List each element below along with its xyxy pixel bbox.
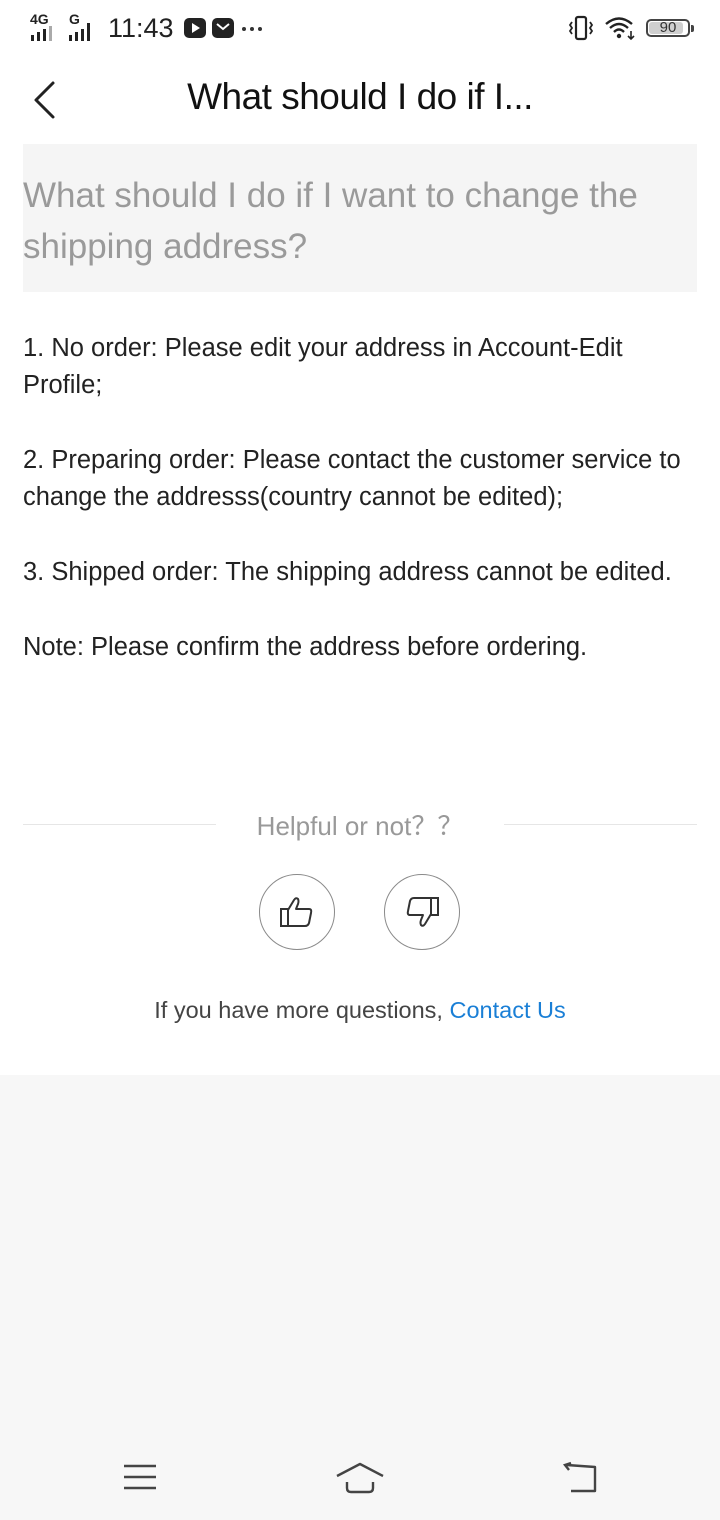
answer-paragraph: 1. No order: Please edit your address in… (23, 334, 623, 399)
status-left: 4G G 11:43 (30, 10, 264, 46)
page-title: What should I do if I... (187, 76, 533, 117)
youtube-icon (183, 17, 206, 39)
battery-indicator: 90 (646, 19, 694, 37)
signal-4g-icon: 4G (30, 11, 56, 43)
status-time: 11:43 (108, 12, 174, 43)
answer-paragraph: 2. Preparing order: Please contact the c… (23, 446, 681, 511)
home-button[interactable] (330, 1452, 390, 1502)
thumbs-up-button[interactable] (259, 874, 335, 950)
recent-apps-button[interactable] (110, 1452, 170, 1502)
question-text: What should I do if I want to change the… (23, 176, 638, 266)
page: 4G G 11:43 90 What should I do if I... W… (0, 0, 720, 1520)
contact-us-link[interactable]: Contact Us (449, 997, 565, 1023)
contact-row: If you have more questions, Contact Us (0, 997, 720, 1024)
header: What should I do if I... (0, 56, 720, 144)
wifi-icon (604, 14, 636, 42)
thumbs-up-icon (280, 897, 313, 927)
thumbs-down-button[interactable] (384, 874, 460, 950)
menu-icon (124, 1464, 156, 1490)
answer-paragraph: Note: Please confirm the address before … (23, 633, 588, 661)
more-notifications-icon (240, 17, 264, 39)
answer-body: 1. No order: Please edit your address in… (23, 330, 703, 704)
status-right: 90 (568, 12, 694, 44)
home-icon (336, 1462, 384, 1494)
thumbs-down-icon (406, 897, 439, 927)
battery-level: 90 (659, 19, 677, 36)
contact-text: If you have more questions, (154, 997, 450, 1023)
chevron-left-icon (34, 81, 55, 119)
back-nav-button[interactable] (550, 1452, 610, 1502)
helpful-prompt: Helpful or not？？ (256, 811, 464, 841)
helpful-row: Helpful or not？？ (23, 804, 697, 844)
back-nav-icon (562, 1461, 597, 1493)
mail-icon (211, 17, 234, 39)
signal-g-icon: G (68, 11, 98, 43)
answer-paragraph: 3. Shipped order: The shipping address c… (23, 558, 672, 586)
battery-tip (691, 25, 694, 32)
vibrate-icon (568, 14, 594, 42)
status-bar: 4G G 11:43 90 (0, 0, 720, 56)
question-box: What should I do if I want to change the… (23, 144, 697, 292)
back-button[interactable] (22, 74, 66, 126)
